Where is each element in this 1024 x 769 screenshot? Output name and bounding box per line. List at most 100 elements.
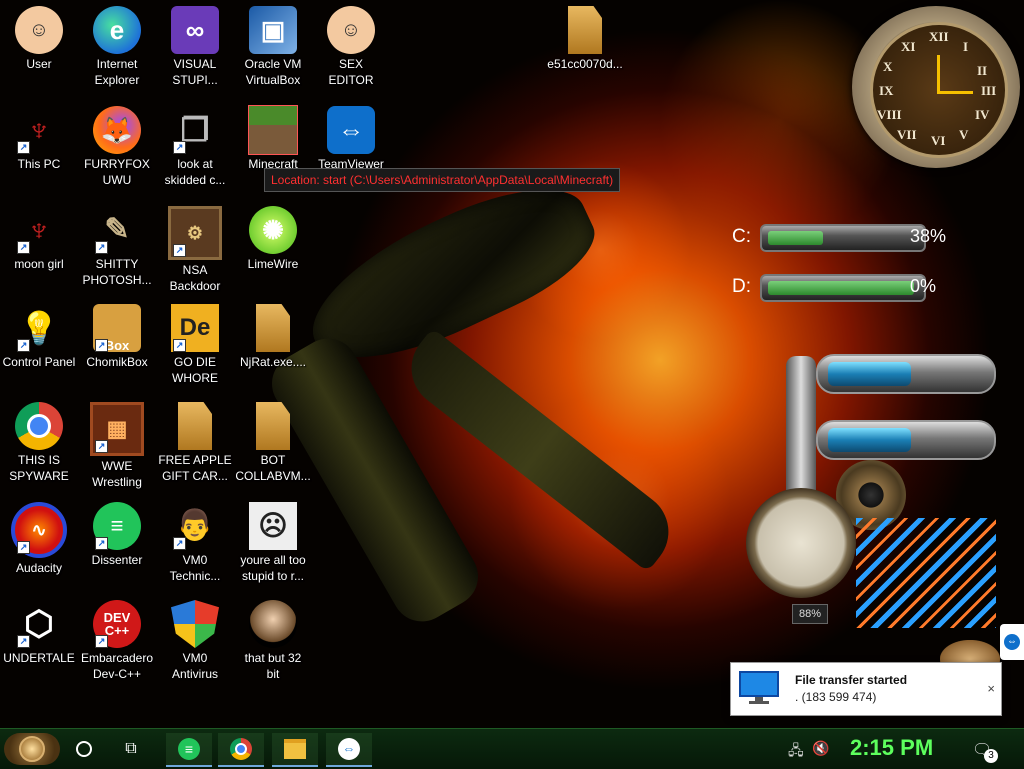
- desktop-icon-undertale[interactable]: ⬡ ↗ UNDERTALE: [0, 600, 78, 698]
- gauge-readout: 88%: [792, 604, 828, 624]
- file-icon: [256, 402, 290, 450]
- desktop-icon-chomikbox[interactable]: Box ↗ ChomikBox: [78, 304, 156, 402]
- pressure-gauge: [746, 488, 856, 598]
- taskbar-app-teamviewer[interactable]: ⇔: [326, 733, 372, 767]
- shortcut-arrow-icon: ↗: [17, 141, 30, 154]
- taskbar-clock[interactable]: 2:15 PM: [850, 735, 933, 761]
- shortcut-arrow-icon: ↗: [17, 541, 30, 554]
- desktop-icon-free-apple-gift-card[interactable]: FREE APPLE GIFT CAR...: [156, 402, 234, 500]
- desktop-icon-user[interactable]: ☺ User: [0, 6, 78, 104]
- gimp-icon: ✎ ↗: [93, 206, 141, 254]
- icon-label: Audacity: [15, 561, 63, 575]
- clock-numeral: VI: [931, 133, 946, 148]
- location-tooltip: Location: start (C:\Users\Administrator\…: [264, 168, 621, 192]
- de-icon: De ↗: [171, 304, 219, 352]
- disk-bar: [760, 274, 926, 302]
- shortcut-arrow-icon: ↗: [17, 339, 30, 352]
- klingon-icon: ♆ ↗: [15, 206, 63, 254]
- desktop-icon-virtualbox[interactable]: ▣ Oracle VM VirtualBox: [234, 6, 312, 104]
- icon-label: VM0 Antivirus: [171, 651, 218, 681]
- desktop-icon-audacity[interactable]: ∿ ↗ Audacity: [0, 502, 78, 600]
- file-transfer-notification[interactable]: File transfer started . (183 599 474) ×: [730, 662, 1002, 716]
- desktop-icon-vm0-antivirus[interactable]: VM0 Antivirus: [156, 600, 234, 698]
- shortcut-arrow-icon: ↗: [95, 440, 108, 453]
- desktop-icon-skidded[interactable]: ❐ ↗ look at skidded c...: [156, 106, 234, 204]
- teamviewer-side-tab[interactable]: ⇔: [1000, 624, 1024, 660]
- icon-label: LimeWire: [247, 257, 299, 271]
- icon-label: Dissenter: [91, 553, 143, 567]
- klingon-icon: ♆ ↗: [15, 106, 63, 154]
- visual-studio-icon: ∞: [171, 6, 219, 54]
- icon-label: VM0 Technic...: [169, 553, 221, 583]
- shortcut-arrow-icon: ↗: [95, 339, 108, 352]
- desktop-icon-bot-collabvm[interactable]: BOT COLLABVM...: [234, 402, 312, 500]
- icon-label: VISUAL STUPI...: [172, 57, 218, 87]
- desktop-icon-youre-all-too-stupid[interactable]: ☹ youre all too stupid to r...: [234, 502, 312, 600]
- disk-percent: 0%: [910, 276, 937, 296]
- volume-muted-icon[interactable]: 🔇: [812, 740, 829, 757]
- clock-minute-hand: [937, 91, 973, 94]
- close-icon[interactable]: ×: [987, 681, 995, 696]
- dissenter-icon: ≡: [178, 738, 200, 760]
- devcpp-icon: DEV C++ ↗: [93, 600, 141, 648]
- start-button[interactable]: [4, 733, 60, 765]
- copy-icon: ❐ ↗: [171, 106, 219, 154]
- desktop-icon-limewire[interactable]: ✺ LimeWire: [234, 206, 312, 304]
- icon-label: ChomikBox: [86, 355, 148, 369]
- task-view-button[interactable]: ⧉: [116, 733, 146, 765]
- desktop-icon-control-panel[interactable]: 💡 ↗ Control Panel: [0, 304, 78, 402]
- desktop-icon-internet-explorer[interactable]: e Internet Explorer: [78, 6, 156, 104]
- clock-numeral: I: [963, 39, 969, 54]
- clock-numeral: XI: [901, 39, 916, 54]
- icon-label: BOT COLLABVM...: [235, 453, 311, 483]
- shortcut-arrow-icon: ↗: [173, 244, 186, 257]
- desktop-icon-vm0-technic[interactable]: 👨 ↗ VM0 Technic...: [156, 502, 234, 600]
- icon-label: User: [26, 57, 52, 71]
- disk-meter-d[interactable]: D: 0%: [728, 272, 948, 302]
- cortana-circle-icon: [76, 741, 92, 757]
- folder-icon: [284, 739, 306, 759]
- virtualbox-icon: ▣: [249, 6, 297, 54]
- desktop-icon-that-but-32-bit[interactable]: that but 32 bit: [234, 600, 312, 698]
- disk-meter-c[interactable]: C: 38%: [728, 222, 948, 252]
- desktop-icon-njrat[interactable]: NjRat.exe....: [234, 304, 312, 402]
- chomikbox-icon: Box ↗: [93, 304, 141, 352]
- shortcut-arrow-icon: ↗: [95, 537, 108, 550]
- oven-icon: ▦ ↗: [90, 402, 144, 456]
- desktop-icon-this-pc[interactable]: ♆ ↗ This PC: [0, 106, 78, 204]
- desktop-icon-shitty-photoshop[interactable]: ✎ ↗ SHITTY PHOTOSH...: [78, 206, 156, 304]
- icon-label: Embarcadero Dev-C++: [80, 651, 154, 681]
- desktop-icon-this-is-spyware[interactable]: THIS IS SPYWARE: [0, 402, 78, 500]
- doctor-icon: 👨 ↗: [171, 502, 219, 550]
- desktop-icon-furryfox[interactable]: 🦊 FURRYFOX UWU: [78, 106, 156, 204]
- desktop-icon-sex-editor[interactable]: ☺ SEX EDITOR: [312, 6, 390, 104]
- taskbar-app-file-explorer[interactable]: [272, 733, 318, 767]
- desktop-icon-wwe-wrestling[interactable]: ▦ ↗ WWE Wrestling: [78, 402, 156, 500]
- bulb-icon: 💡 ↗: [15, 304, 63, 352]
- pipes-gadget[interactable]: 88%: [746, 348, 996, 648]
- light-rods: [856, 518, 996, 628]
- teamviewer-icon: ⇔: [338, 738, 360, 760]
- start-orb-icon: [19, 736, 45, 762]
- shortcut-arrow-icon: ↗: [95, 241, 108, 254]
- network-icon[interactable]: 🖧: [788, 740, 804, 764]
- taskbar-app-dissenter[interactable]: ≡: [166, 733, 212, 767]
- notification-message: . (183 599 474): [795, 690, 877, 704]
- clock-numeral: XII: [929, 29, 949, 44]
- clock-gadget[interactable]: XII I II III IV V VI VII VIII IX X XI: [852, 6, 1020, 168]
- tube-fill: [828, 362, 911, 386]
- desktop-icon-nsa-backdoor[interactable]: ⚙ ↗ NSA Backdoor: [156, 206, 234, 304]
- clock-numeral: II: [977, 63, 988, 78]
- tube-fill: [828, 428, 911, 452]
- desktop-icon-go-die[interactable]: De ↗ GO DIE WHORE: [156, 304, 234, 402]
- desktop-icon-dissenter[interactable]: ≡ ↗ Dissenter: [78, 502, 156, 600]
- shortcut-arrow-icon: ↗: [95, 635, 108, 648]
- cortana-button[interactable]: [70, 733, 98, 765]
- desktop-icon-moon-girl[interactable]: ♆ ↗ moon girl: [0, 206, 78, 304]
- monitor-icon: [739, 671, 779, 704]
- desktop-icon-visual-studio[interactable]: ∞ VISUAL STUPI...: [156, 6, 234, 104]
- desktop-icon-e51cc-file[interactable]: e51cc0070d...: [546, 6, 624, 104]
- taskbar-app-chrome[interactable]: [218, 733, 264, 767]
- desktop-icon-dev-cpp[interactable]: DEV C++ ↗ Embarcadero Dev-C++: [78, 600, 156, 698]
- icon-label: e51cc0070d...: [547, 57, 623, 71]
